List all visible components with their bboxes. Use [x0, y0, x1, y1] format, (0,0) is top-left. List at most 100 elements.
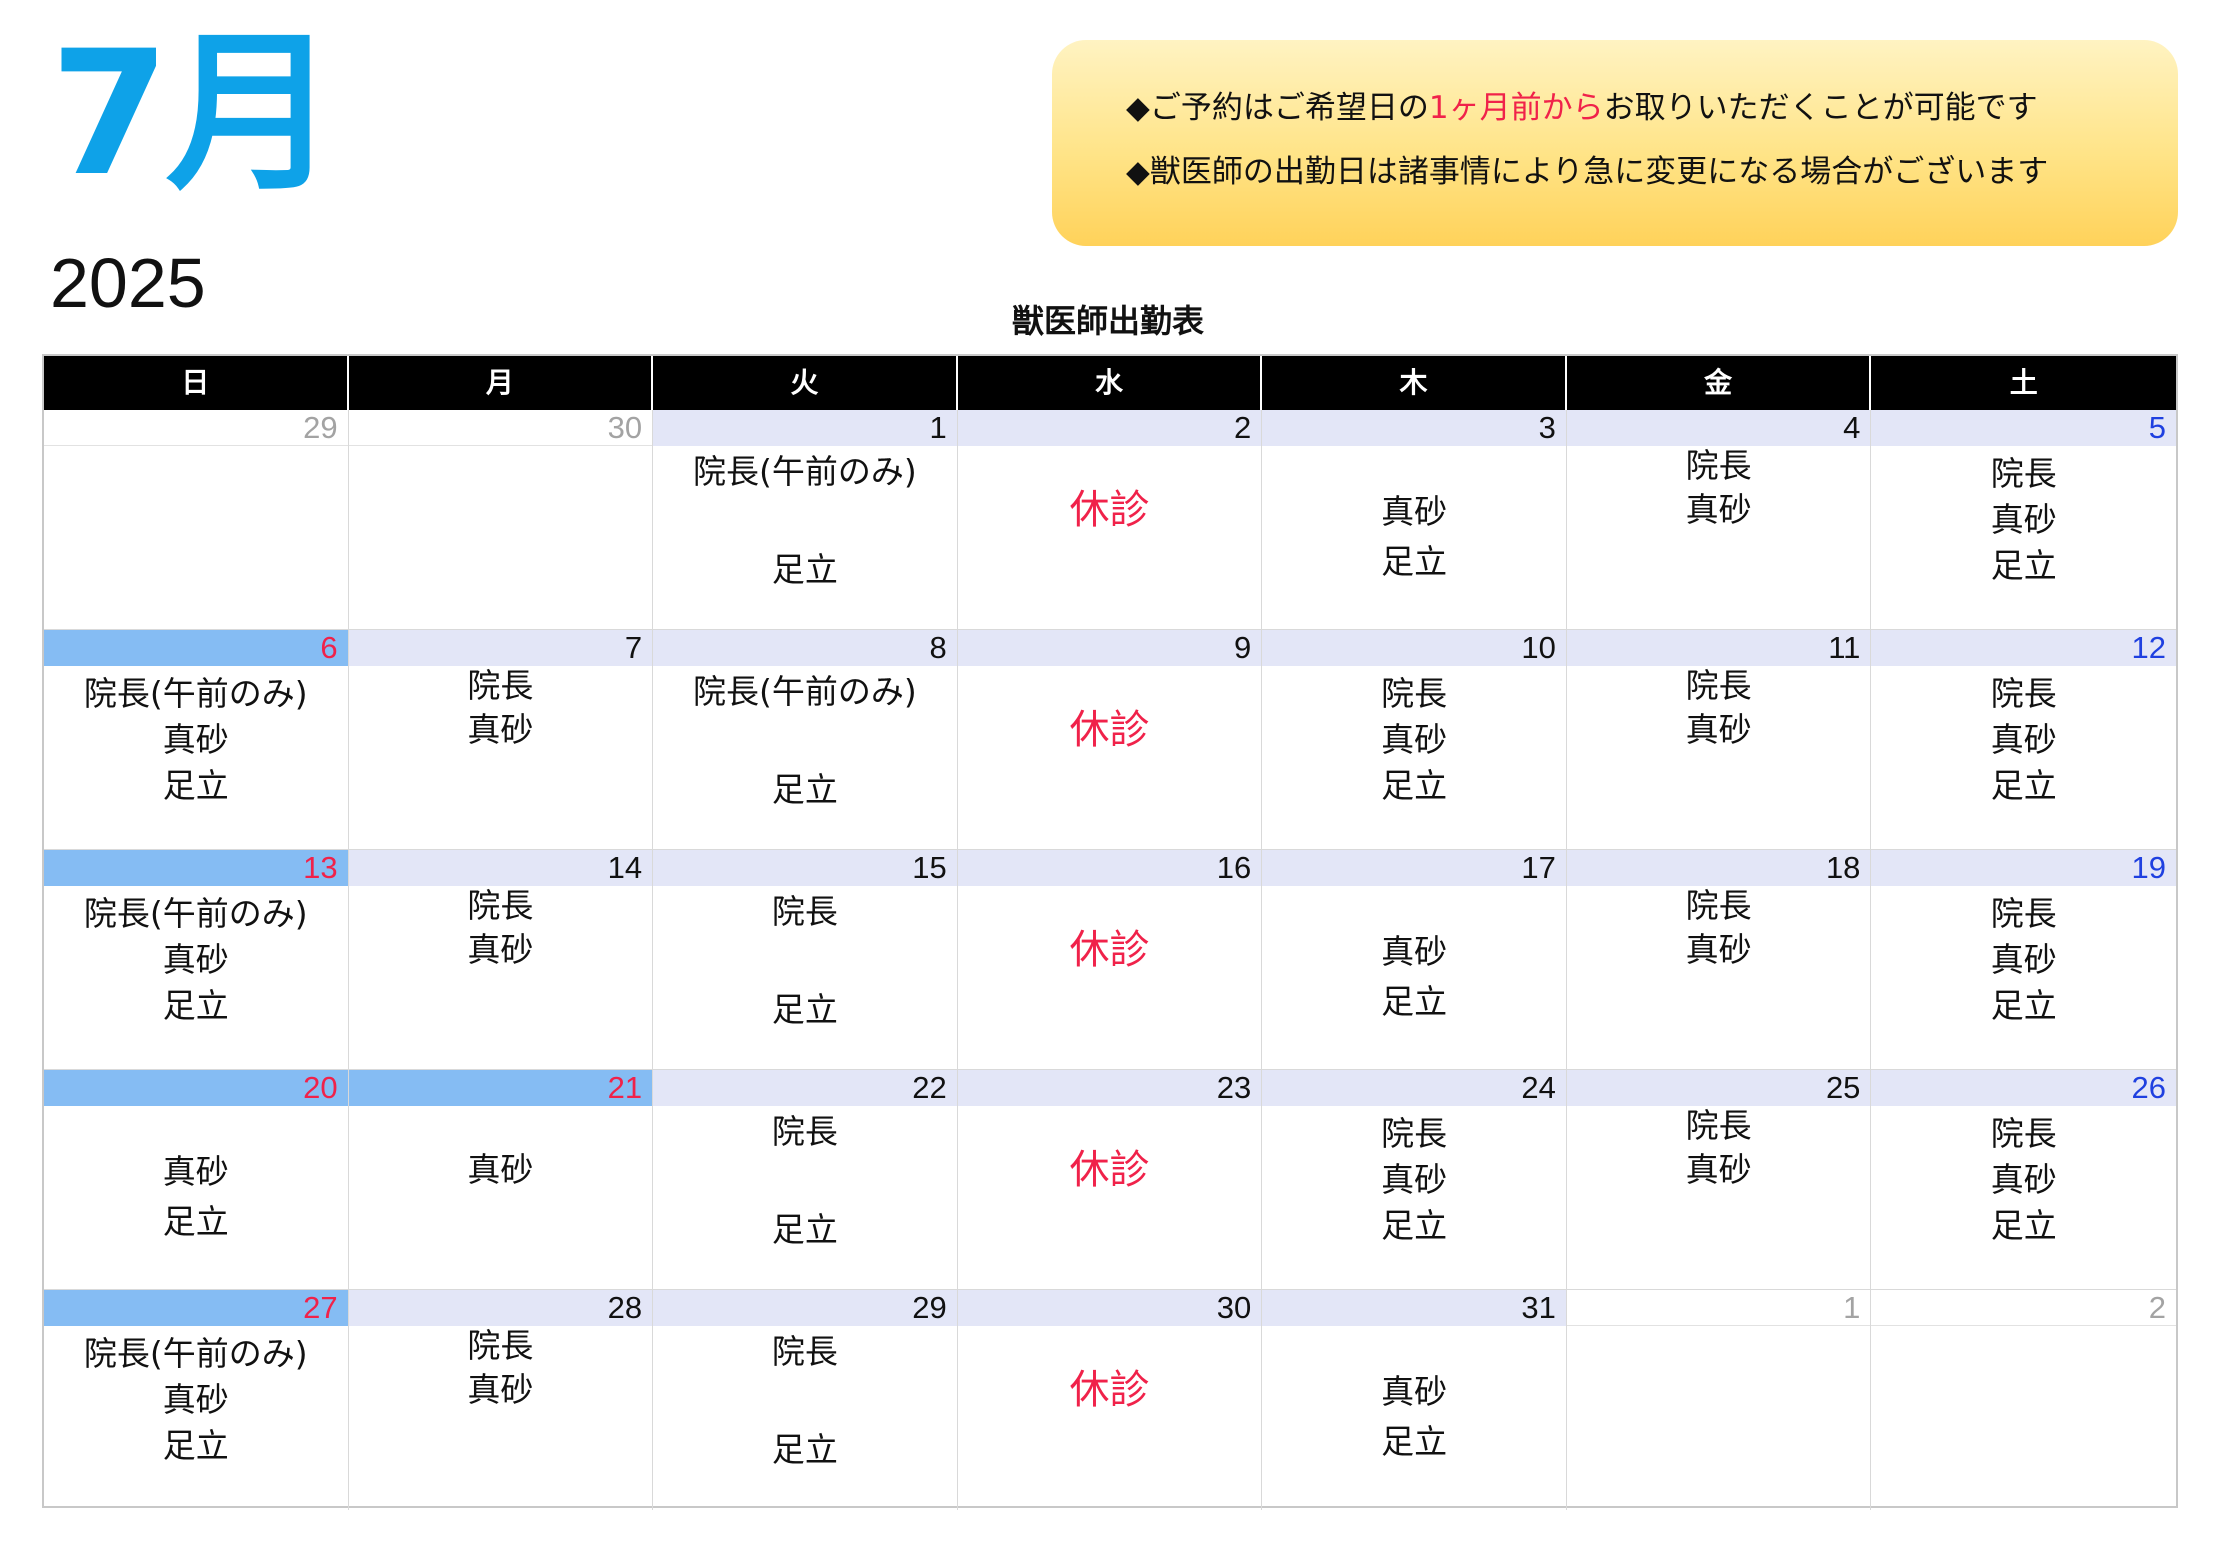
- vet-name: 院長: [771, 892, 838, 931]
- calendar-day-cell: 21 真砂: [348, 1070, 654, 1290]
- calendar-day-cell: 1 院長(午前のみ) 足立: [653, 410, 958, 630]
- day-schedule: [1567, 1326, 1871, 1510]
- calendar-week-row: 6 院長(午前のみ) 真砂 足立 7 院長 真砂 8 院長(午前のみ) 足立 9 休診 10 院長 真砂 足立…: [44, 630, 2176, 850]
- vet-name: 院長: [1990, 454, 2057, 493]
- day-schedule: [1871, 1326, 2176, 1510]
- day-number: 24: [1262, 1070, 1566, 1106]
- day-number: 5: [1871, 410, 2176, 446]
- vet-name: 院長: [1685, 446, 1752, 485]
- vet-name: 院長(午前のみ): [83, 674, 308, 713]
- calendar-day-cell: 24 院長 真砂 足立: [1262, 1070, 1567, 1290]
- calendar-day-cell: 30: [348, 410, 654, 630]
- vet-name: 足立: [1381, 766, 1448, 805]
- day-schedule: 院長 真砂: [349, 1326, 653, 1510]
- day-schedule: 院長 真砂 足立: [1871, 1106, 2176, 1290]
- day-number: 18: [1566, 850, 1871, 886]
- notice-highlight: 1ヶ月前から: [1428, 90, 1604, 126]
- vet-name: 真砂: [1990, 500, 2057, 539]
- day-number: 31: [1262, 1290, 1566, 1326]
- vet-name: 院長: [1990, 1114, 2057, 1153]
- day-schedule: 院長(午前のみ) 足立: [653, 666, 957, 850]
- vet-name: 足立: [162, 766, 229, 805]
- day-schedule: 院長(午前のみ) 真砂足立: [44, 666, 348, 850]
- day-schedule: 院長 真砂: [1566, 446, 1871, 630]
- calendar-day-cell: 29: [44, 410, 349, 630]
- vet-name: 院長: [1381, 674, 1448, 713]
- day-number: 29: [44, 410, 348, 446]
- calendar-day-cell: 10 院長 真砂 足立: [1262, 630, 1567, 850]
- calendar-day-cell: 13 院長(午前のみ) 真砂 足立: [44, 850, 349, 1070]
- vet-name: 真砂: [467, 710, 534, 749]
- vet-name: 院長: [771, 1112, 838, 1151]
- calendar-day-cell: 9 休診: [957, 630, 1263, 850]
- day-schedule: 真砂 足立: [1262, 446, 1566, 630]
- vet-name: 足立: [1381, 982, 1448, 1021]
- vet-name: 院長: [1990, 894, 2057, 933]
- calendar-day-cell: 2 休診: [957, 410, 1263, 630]
- notice-box: ◆ご予約はご希望日の1ヶ月前からお取りいただくことが可能です ◆獣医師の出勤日は…: [1052, 40, 2178, 246]
- day-number: 25: [1566, 1070, 1871, 1106]
- weekday-header-cell: 日: [44, 356, 349, 410]
- calendar-grid: 日月火水木金土 29 30 1 院長(午前のみ) 足立 2 休診 3 真砂 足立 4 院長 真砂 5 院長真…: [42, 354, 2178, 1510]
- notice-text: ◆獣医師の出勤日は諸事情により急に変更になる場合がございます: [1126, 154, 2049, 190]
- vet-name: 真砂: [162, 1380, 229, 1419]
- calendar-day-cell: 15 院長 足立: [653, 850, 958, 1070]
- calendar-day-cell: 28 院長 真砂: [348, 1290, 654, 1510]
- day-number: 15: [653, 850, 957, 886]
- vet-name: 院長: [771, 1332, 838, 1371]
- day-number: 7: [348, 630, 653, 666]
- day-schedule: 院長 真砂: [348, 886, 653, 1070]
- vet-name: 院長: [467, 666, 534, 705]
- weekday-header-cell: 水: [958, 356, 1263, 410]
- day-schedule: 院長 足立: [653, 886, 957, 1070]
- calendar-day-cell: 3 真砂 足立: [1262, 410, 1567, 630]
- day-schedule: [44, 446, 348, 630]
- day-schedule: 真砂 足立: [44, 1106, 348, 1290]
- day-number: 30: [348, 410, 653, 446]
- vet-name: 院長(午前のみ): [693, 452, 917, 491]
- day-number: 14: [348, 850, 653, 886]
- vet-name: 真砂: [467, 1370, 534, 1409]
- vet-name: 真砂: [1381, 932, 1448, 971]
- vet-name: 真砂: [1990, 940, 2057, 979]
- calendar-day-cell: 11 院長 真砂: [1566, 630, 1872, 850]
- day-number: 17: [1262, 850, 1566, 886]
- day-number: 10: [1262, 630, 1566, 666]
- day-number: 6: [44, 630, 348, 666]
- day-schedule: 院長(午前のみ) 真砂 足立: [44, 886, 348, 1070]
- day-number: 1: [1566, 1290, 1871, 1326]
- vet-name: 足立: [1990, 986, 2057, 1025]
- vet-name: 足立: [162, 1202, 229, 1241]
- vet-name: 足立: [1990, 766, 2057, 805]
- day-schedule: 休診: [957, 446, 1262, 630]
- month-title: 7月: [50, 13, 338, 214]
- vet-name: 院長(午前のみ): [693, 672, 917, 711]
- calendar-week-row: 13 院長(午前のみ) 真砂 足立 14 院長 真砂 15 院長 足立 16 休診 17 真砂 足立 18 院長…: [44, 850, 2176, 1070]
- weekday-header-cell: 金: [1567, 356, 1872, 410]
- day-number: 9: [957, 630, 1262, 666]
- vet-name: 真砂: [467, 930, 534, 969]
- day-schedule: 真砂 足立: [1262, 886, 1566, 1070]
- calendar-day-cell: 19 院長真砂足立: [1871, 850, 2176, 1070]
- calendar-day-cell: 23 休診: [957, 1070, 1263, 1290]
- calendar-day-cell: 31 真砂 足立: [1262, 1290, 1567, 1510]
- day-schedule: 院長 真砂: [1566, 666, 1871, 850]
- day-schedule: 院長 真砂: [348, 666, 653, 850]
- day-number: 21: [348, 1070, 653, 1106]
- calendar-day-cell: 29 院長 足立: [653, 1290, 958, 1510]
- vet-name: 足立: [771, 1430, 838, 1469]
- vet-name: 足立: [771, 990, 838, 1029]
- day-schedule: 院長 真砂: [1566, 886, 1871, 1070]
- table-title: 獣医師出勤表: [1011, 302, 1204, 340]
- vet-name: 真砂: [1685, 710, 1752, 749]
- day-schedule: 休診: [957, 1106, 1262, 1290]
- calendar-day-cell: 6 院長(午前のみ) 真砂足立: [44, 630, 349, 850]
- day-number: 27: [44, 1290, 348, 1326]
- vet-name: 足立: [771, 1210, 838, 1249]
- calendar-day-cell: 4 院長 真砂: [1566, 410, 1872, 630]
- calendar-day-cell: 14 院長 真砂: [348, 850, 654, 1070]
- day-schedule: 休診: [957, 666, 1262, 850]
- closed-label: 休診: [1069, 487, 1150, 533]
- day-number: 19: [1871, 850, 2176, 886]
- vet-name: 真砂: [162, 720, 229, 759]
